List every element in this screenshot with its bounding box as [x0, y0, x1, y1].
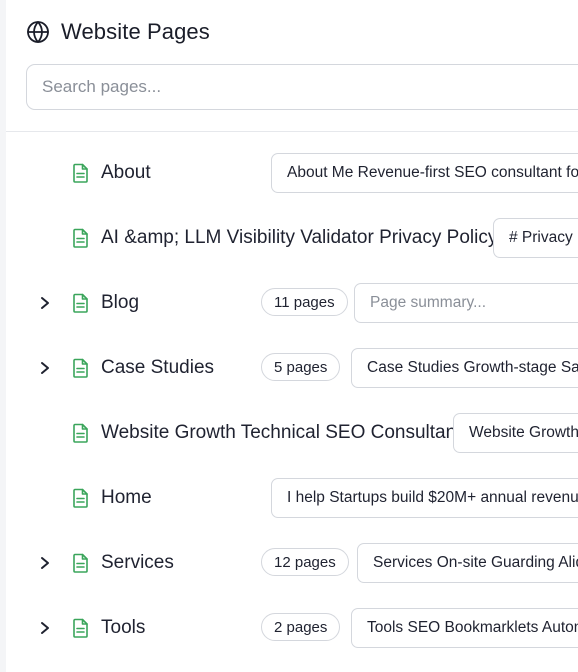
- page-row[interactable]: About: [0, 153, 578, 193]
- page-summary-input[interactable]: [271, 153, 578, 193]
- page-row[interactable]: AI &amp; LLM Visibility Validator Privac…: [0, 218, 578, 258]
- page-summary-input[interactable]: [453, 413, 578, 453]
- document-icon: [72, 618, 90, 638]
- page-title-label[interactable]: AI &amp; LLM Visibility Validator Privac…: [101, 227, 497, 249]
- divider: [6, 131, 578, 132]
- document-icon: [72, 163, 90, 183]
- page-title-label[interactable]: Case Studies: [101, 357, 214, 379]
- document-icon: [72, 293, 90, 313]
- chevron-right-icon[interactable]: [37, 360, 53, 376]
- page-count-badge: 2 pages: [261, 613, 341, 641]
- page-title-label[interactable]: Website Growth Technical SEO Consultant: [101, 422, 461, 444]
- website-pages-panel: Website Pages About AI &amp; LLM Visibili…: [0, 0, 578, 672]
- document-icon: [72, 228, 90, 248]
- page-count-badge: 11 pages: [261, 288, 348, 316]
- page-title: Website Pages: [61, 19, 210, 44]
- chevron-right-icon[interactable]: [37, 295, 53, 311]
- chevron-right-icon[interactable]: [37, 555, 53, 571]
- document-icon: [72, 358, 90, 378]
- page-summary-input[interactable]: [271, 478, 578, 518]
- page-count-badge: 12 pages: [261, 548, 349, 576]
- page-title-label[interactable]: About: [101, 162, 151, 184]
- page-row[interactable]: Services 12 pages: [0, 543, 578, 583]
- document-icon: [72, 488, 90, 508]
- page-row[interactable]: Home: [0, 478, 578, 518]
- page-title-label[interactable]: Home: [101, 487, 152, 509]
- document-icon: [72, 423, 90, 443]
- page-title-label[interactable]: Tools: [101, 617, 145, 639]
- document-icon: [72, 553, 90, 573]
- page-row[interactable]: Tools 2 pages: [0, 608, 578, 648]
- chevron-right-icon[interactable]: [37, 620, 53, 636]
- page-summary-input[interactable]: [351, 348, 578, 388]
- page-summary-input[interactable]: [493, 218, 578, 258]
- page-row[interactable]: Blog 11 pages: [0, 283, 578, 323]
- page-summary-input[interactable]: [354, 283, 578, 323]
- page-summary-input[interactable]: [351, 608, 578, 648]
- page-row[interactable]: Case Studies 5 pages: [0, 348, 578, 388]
- page-summary-input[interactable]: [357, 543, 578, 583]
- page-title-label[interactable]: Services: [101, 552, 174, 574]
- globe-icon: [26, 20, 50, 44]
- panel-header: Website Pages: [26, 18, 210, 46]
- page-title-label[interactable]: Blog: [101, 292, 139, 314]
- page-count-badge: 5 pages: [261, 353, 341, 381]
- page-row[interactable]: Website Growth Technical SEO Consultant: [0, 413, 578, 453]
- search-input[interactable]: [26, 64, 578, 110]
